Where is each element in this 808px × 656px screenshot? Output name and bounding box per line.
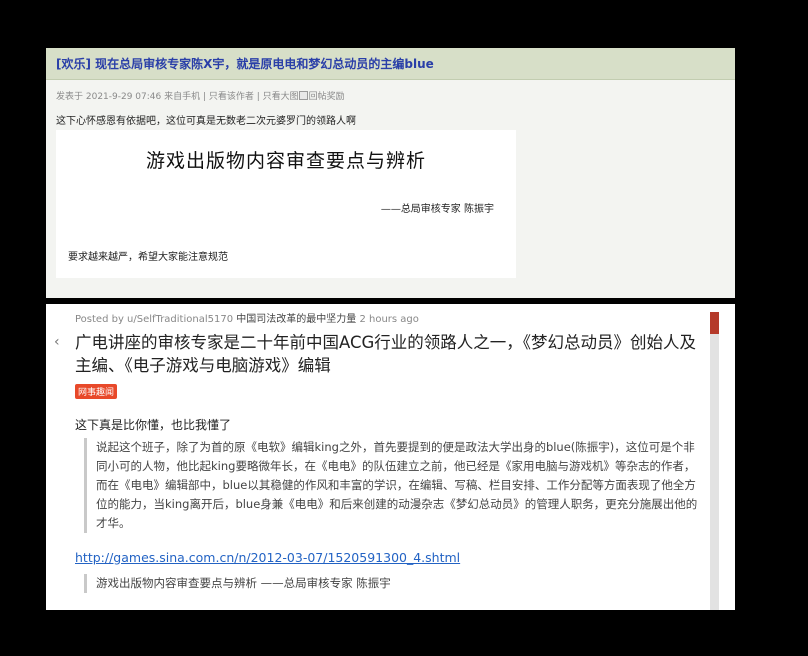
doc-note: 要求越来越严，希望大家能注意规范 bbox=[68, 252, 228, 263]
upvote-arrow-icon[interactable]: ‹ bbox=[54, 334, 60, 350]
reddit-post-title[interactable]: 广电讲座的审核专家是二十年前中国ACG行业的领路人之一，《梦幻总动员》创始人及主… bbox=[75, 331, 705, 377]
scrollbar[interactable] bbox=[710, 312, 719, 610]
broken-image-icon bbox=[298, 91, 308, 100]
reddit-post-meta: Posted by u/SelfTraditional5170 中国司法改革的最… bbox=[75, 310, 419, 325]
forum-screenshot: [欢乐] 现在总局审核专家陈X宇，就是原电电和梦幻总动员的主编blue 发表于 … bbox=[46, 48, 735, 298]
forum-meta-img-alt[interactable]: 回帖奖励 bbox=[309, 92, 345, 102]
doc-author: ——总局审核专家 陈振宇 bbox=[380, 204, 494, 215]
forum-post-text: 这下心怀感恩有依据吧，这位可真是无数老二次元婆罗门的领路人啊 bbox=[56, 116, 356, 127]
source-link[interactable]: http://games.sina.com.cn/n/2012-03-07/15… bbox=[75, 550, 460, 565]
reddit-screenshot: Posted by u/SelfTraditional5170 中国司法改革的最… bbox=[46, 304, 735, 610]
forum-meta-text[interactable]: 发表于 2021-9-29 07:46 来自手机 | 只看该作者 | 只看大图 bbox=[56, 92, 299, 102]
reddit-post-time: 2 hours ago bbox=[359, 314, 419, 325]
document-slide-image: 游戏出版物内容审查要点与辨析 ——总局审核专家 陈振宇 要求越来越严，希望大家能… bbox=[56, 130, 516, 278]
reddit-posted-by[interactable]: Posted by u/SelfTraditional5170 bbox=[75, 314, 233, 325]
doc-title: 游戏出版物内容审查要点与辨析 bbox=[145, 150, 426, 172]
blockquote: 说起这个班子，除了为首的原《电软》编辑king之外，首先要提到的便是政法大学出身… bbox=[84, 438, 699, 533]
post-flair[interactable]: 网事趣闻 bbox=[75, 384, 118, 399]
forum-thread-title[interactable]: [欢乐] 现在总局审核专家陈X宇，就是原电电和梦幻总动员的主编blue bbox=[46, 48, 735, 80]
reddit-body-line: 这下真是比你懂，也比我懂了 bbox=[75, 418, 232, 432]
reddit-hot-text: 中国司法改革的最中坚力量 bbox=[236, 314, 357, 325]
scrollbar-thumb[interactable] bbox=[710, 312, 719, 334]
forum-post-meta: 发表于 2021-9-29 07:46 来自手机 | 只看该作者 | 只看大图回… bbox=[56, 89, 345, 102]
blockquote-2: 游戏出版物内容审查要点与辨析 ——总局审核专家 陈振宇 bbox=[84, 574, 391, 593]
